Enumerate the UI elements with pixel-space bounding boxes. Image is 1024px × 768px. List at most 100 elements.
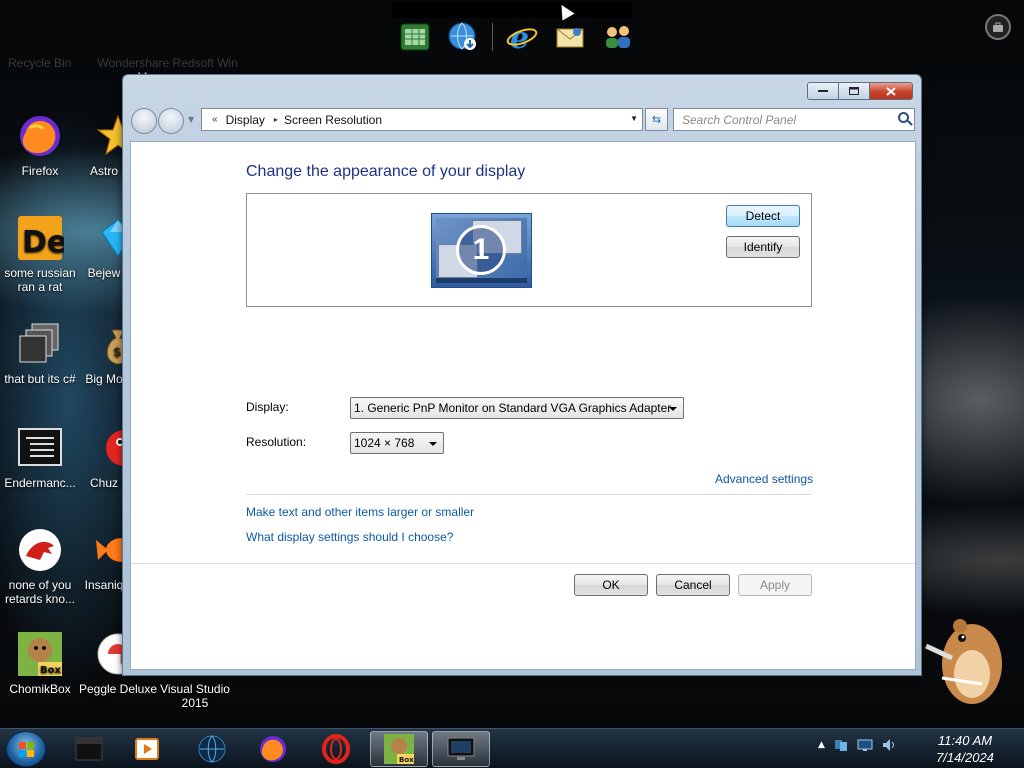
desktop-icon-label: Peggle Deluxe <box>78 682 158 696</box>
de-app-icon: De <box>16 214 67 262</box>
clock-date: 7/14/2024 <box>936 750 994 765</box>
clock-time: 11:40 AM <box>937 733 993 748</box>
desktop-icon-label: ChomikBox <box>9 682 71 696</box>
resolution-label: Resolution: <box>246 435 307 449</box>
recent-pages-dropdown-icon[interactable]: ▼ <box>188 115 194 124</box>
desktop-icon-visual-studio[interactable]: Visual Studio 2015 <box>155 682 235 710</box>
desktop-ghost-labels: Recycle Bin Wondershare Redsoft Win <box>0 56 380 76</box>
refresh-icon[interactable]: ⇆ <box>645 108 668 131</box>
desktop-icon-label: none of you retards kno... <box>4 578 76 606</box>
globe-app-icon <box>198 735 226 763</box>
dark-box-icon <box>75 737 103 761</box>
taskbar: Box ▲ 11:40 AM 7/14/2024 <box>0 728 1024 768</box>
desktop-icon-label: some russian ran a rat <box>4 266 76 294</box>
taskbar-opera[interactable] <box>307 731 365 767</box>
chevron-down-icon <box>669 407 677 411</box>
red-dragon-icon <box>16 526 64 574</box>
taskbar-dark-box[interactable] <box>60 731 118 767</box>
globe-download-icon[interactable] <box>444 18 482 56</box>
cancel-button[interactable]: Cancel <box>656 574 730 596</box>
breadcrumb-screen-resolution[interactable]: Screen Resolution <box>284 113 382 127</box>
spreadsheet-app-icon[interactable] <box>396 18 434 56</box>
desktop-icon-label: Endermanc... <box>4 476 76 490</box>
monitor-app-icon <box>447 737 475 760</box>
desktop-icon-red-dragon[interactable]: none of you retards kno... <box>0 526 80 606</box>
maximize-button[interactable] <box>839 82 869 100</box>
firefox-icon <box>16 112 64 160</box>
address-bar[interactable]: « Display ▸ Screen Resolution ▼ <box>201 108 643 131</box>
top-dock: e <box>390 14 640 60</box>
desktop-icon-de-app[interactable]: De some russian ran a rat <box>0 214 80 294</box>
monitor-tray-icon[interactable] <box>857 737 873 753</box>
desktop-icon-firefox[interactable]: Firefox <box>0 112 80 178</box>
search-input[interactable]: Search Control Panel <box>673 108 915 131</box>
taskbar-firefox[interactable] <box>244 731 302 767</box>
svg-text:De: De <box>22 225 64 260</box>
breadcrumb-chevron[interactable]: « <box>212 114 218 125</box>
chevron-down-icon <box>429 442 437 446</box>
back-button[interactable] <box>131 108 157 134</box>
section-divider <box>246 494 812 495</box>
monitor-number: 1 <box>456 225 506 275</box>
desktop-icon-label: that but its c# <box>4 372 76 386</box>
hamster-mascot <box>922 600 1012 710</box>
display-select[interactable]: 1. Generic PnP Monitor on Standard VGA G… <box>350 397 684 419</box>
svg-text:e: e <box>510 21 529 54</box>
windows-logo-icon <box>19 742 35 758</box>
desktop-icon-chomikbox[interactable]: Box ChomikBox <box>0 630 80 696</box>
content-pane: Change the appearance of your display 1 … <box>130 141 916 670</box>
chomikbox-icon: Box <box>384 734 414 764</box>
internet-explorer-icon[interactable]: e <box>503 18 541 56</box>
screen-resolution-window: ▼ « Display ▸ Screen Resolution ▼ ⇆ Sear… <box>122 74 922 676</box>
search-placeholder: Search Control Panel <box>682 113 797 127</box>
desktop-icon-terminal[interactable]: Endermanc... <box>0 424 80 490</box>
search-icon[interactable] <box>898 112 909 123</box>
clock[interactable]: 11:40 AM 7/14/2024 <box>920 732 1010 766</box>
ok-button[interactable]: OK <box>574 574 648 596</box>
forward-button[interactable] <box>158 108 184 134</box>
start-button[interactable] <box>6 731 46 767</box>
system-tray: ▲ <box>818 737 897 753</box>
display-preview-box: 1 Detect Identify <box>246 193 812 307</box>
desktop-icon-label: Visual Studio 2015 <box>160 682 230 710</box>
advanced-settings-link[interactable]: Advanced settings <box>715 472 813 486</box>
resolution-select[interactable]: 1024 × 768 <box>350 432 444 454</box>
svg-text:$: $ <box>113 345 121 359</box>
footer-divider <box>131 563 915 564</box>
resolution-select-value: 1024 × 768 <box>354 436 415 450</box>
display-select-value: 1. Generic PnP Monitor on Standard VGA G… <box>354 401 672 415</box>
apply-button[interactable]: Apply <box>738 574 812 596</box>
identify-button[interactable]: Identify <box>726 236 800 258</box>
firefox-icon <box>260 736 286 762</box>
taskbar-chomikbox[interactable]: Box <box>370 731 428 767</box>
volume-icon[interactable] <box>881 737 897 753</box>
close-button[interactable] <box>869 82 913 100</box>
svg-text:Box: Box <box>40 665 61 676</box>
breadcrumb-display[interactable]: Display <box>226 113 265 127</box>
network-icon[interactable] <box>833 737 849 753</box>
desktop-icon-label: Firefox <box>21 164 59 178</box>
minimize-button[interactable] <box>807 82 839 100</box>
display-label: Display: <box>246 400 289 414</box>
mail-envelope-icon[interactable] <box>551 18 589 56</box>
breadcrumb-arrow-icon[interactable]: ▸ <box>274 115 278 124</box>
dock-separator <box>492 23 493 51</box>
chomikbox-icon: Box <box>16 630 64 678</box>
svg-text:Box: Box <box>399 756 414 764</box>
display-help-link[interactable]: What display settings should I choose? <box>246 530 453 544</box>
users-icon[interactable] <box>599 18 637 56</box>
page-title: Change the appearance of your display <box>246 163 526 180</box>
taskbar-media-player[interactable] <box>118 731 176 767</box>
desktop-icon-stacked[interactable]: that but its c# <box>0 320 80 386</box>
show-hidden-icons[interactable]: ▲ <box>818 740 825 750</box>
terminal-icon <box>16 424 64 472</box>
taskbar-globe-app[interactable] <box>183 731 241 767</box>
detect-button[interactable]: Detect <box>726 205 800 227</box>
briefcase-icon[interactable] <box>985 14 1011 40</box>
taskbar-monitor-app[interactable] <box>432 731 490 767</box>
address-dropdown-icon[interactable]: ▼ <box>630 114 638 123</box>
monitor-1-icon[interactable]: 1 <box>431 213 532 288</box>
text-size-link[interactable]: Make text and other items larger or smal… <box>246 505 474 519</box>
media-player-icon <box>135 738 159 760</box>
navigation-bar: ▼ « Display ▸ Screen Resolution ▼ ⇆ Sear… <box>130 106 916 134</box>
